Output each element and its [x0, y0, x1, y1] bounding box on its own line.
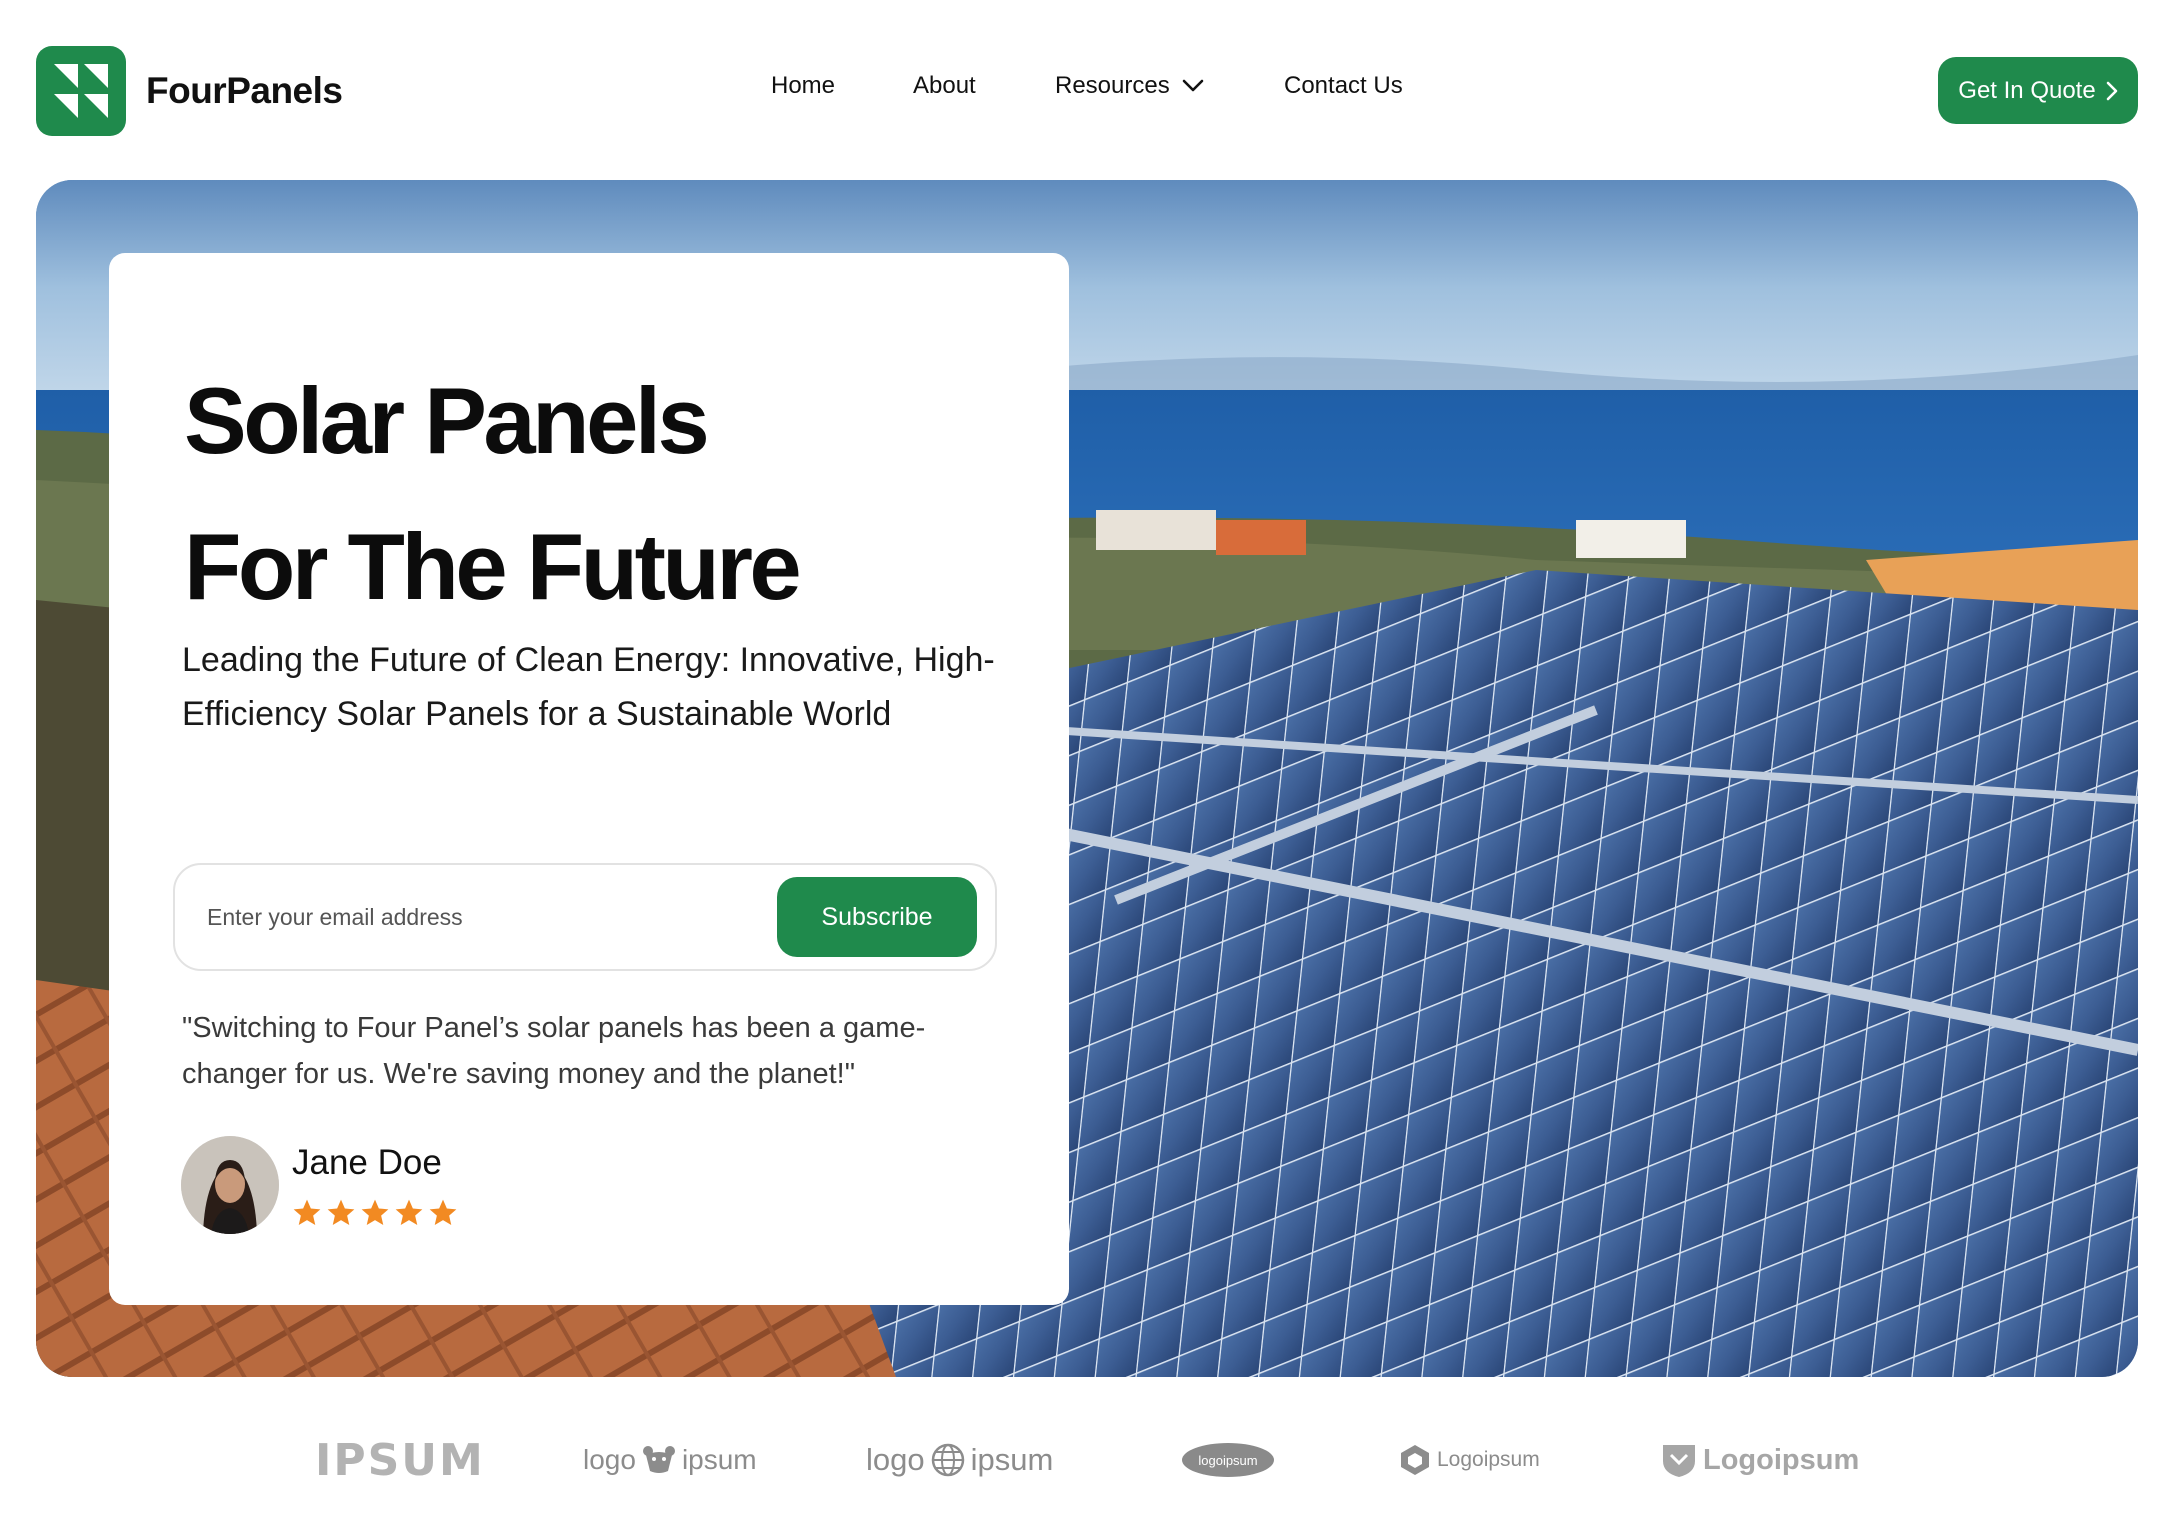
star-icon — [361, 1199, 389, 1225]
partner-logo-3-text-a: logo — [866, 1442, 925, 1477]
rating-stars — [290, 1197, 460, 1229]
get-in-quote-label: Get In Quote — [1958, 76, 2096, 104]
partner-logo-4: logoipsum — [1182, 1420, 1274, 1500]
bear-icon — [642, 1445, 676, 1475]
chevron-right-icon — [2106, 81, 2118, 101]
main-nav: Home About Resources Contact Us — [0, 72, 2160, 112]
star-icon — [327, 1199, 355, 1225]
star-icon — [293, 1199, 321, 1225]
site-header: FourPanels Home About Resources Contact … — [0, 0, 2160, 180]
partner-logo-3-text-b: ipsum — [970, 1442, 1054, 1477]
partner-logos: IPSUM logo ipsum logo ipsum logoipsum Lo… — [0, 1420, 2160, 1500]
partner-logo-1: IPSUM — [315, 1434, 485, 1486]
subscribe-form: Subscribe — [173, 863, 997, 971]
subscribe-button[interactable]: Subscribe — [777, 877, 977, 957]
nav-contact-us[interactable]: Contact Us — [1284, 72, 1403, 100]
partner-logo-4-badge: logoipsum — [1182, 1443, 1274, 1477]
get-in-quote-button[interactable]: Get In Quote — [1938, 57, 2138, 124]
partner-logo-5-text: Logoipsum — [1437, 1448, 1540, 1471]
partner-logo-2-text-b: ipsum — [681, 1444, 757, 1475]
nav-home[interactable]: Home — [771, 72, 835, 100]
nav-resources-label: Resources — [1055, 72, 1170, 99]
hexagon-icon — [1399, 1443, 1431, 1477]
testimonial-quote: "Switching to Four Panel’s solar panels … — [182, 1012, 926, 1090]
hero-title-line-2: For The Future — [184, 514, 802, 619]
partner-logo-5: Logoipsum — [1393, 1420, 1540, 1500]
chevron-down-icon — [1182, 79, 1204, 93]
nav-resources[interactable]: Resources — [1055, 72, 1204, 100]
hero-subtitle: Leading the Future of Clean Energy: Inno… — [182, 641, 995, 733]
email-input[interactable] — [207, 887, 747, 947]
partner-logo-2-text-a: logo — [583, 1444, 636, 1475]
hero-title: Solar Panels For The Future — [184, 348, 802, 640]
hero-card: Solar Panels For The Future Leading the … — [109, 253, 1069, 1305]
partner-logo-2: logo ipsum — [583, 1420, 757, 1500]
star-icon — [429, 1199, 457, 1225]
reviewer-avatar — [181, 1136, 279, 1234]
reviewer-name: Jane Doe — [292, 1143, 442, 1182]
hero-section: Solar Panels For The Future Leading the … — [36, 180, 2138, 1377]
partner-logo-6-text: Logoipsum — [1703, 1443, 1860, 1476]
star-icon — [395, 1199, 423, 1225]
nav-about[interactable]: About — [913, 72, 976, 100]
shield-icon — [1661, 1441, 1697, 1479]
partner-logo-6: Logoipsum — [1655, 1420, 1859, 1500]
partner-logo-3: logo ipsum — [866, 1420, 1053, 1500]
globe-icon — [931, 1443, 965, 1477]
hero-title-line-1: Solar Panels — [184, 368, 710, 473]
